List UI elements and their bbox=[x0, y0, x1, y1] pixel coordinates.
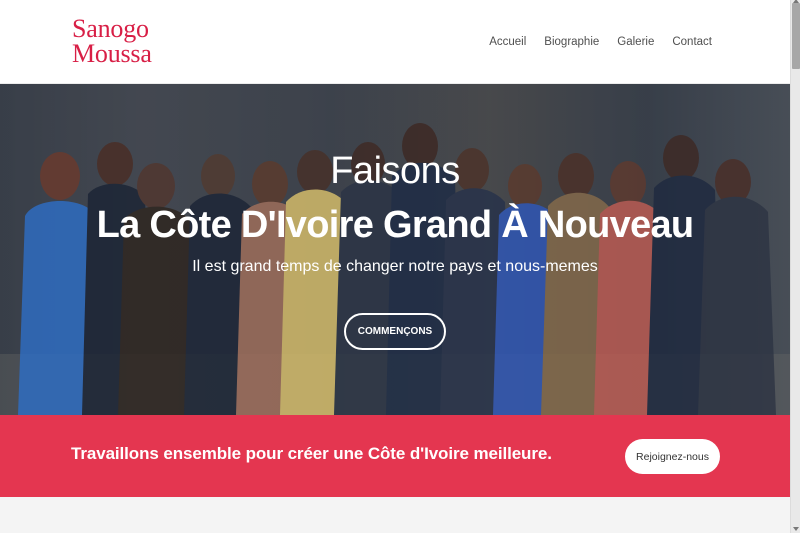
next-section bbox=[0, 497, 790, 533]
hero-section: Faisons La Côte D'Ivoire Grand À Nouveau… bbox=[0, 84, 790, 415]
hero-content: Faisons La Côte D'Ivoire Grand À Nouveau… bbox=[0, 84, 790, 415]
site-header: Sanogo Moussa Accueil Biographie Galerie… bbox=[0, 0, 790, 84]
browser-viewport: Sanogo Moussa Accueil Biographie Galerie… bbox=[0, 0, 790, 533]
vertical-scrollbar[interactable] bbox=[790, 0, 800, 533]
nav-biographie[interactable]: Biographie bbox=[544, 36, 599, 48]
hero-title: La Côte D'Ivoire Grand À Nouveau bbox=[96, 204, 695, 246]
nav-contact[interactable]: Contact bbox=[672, 36, 712, 48]
start-button[interactable]: COMMENÇONS bbox=[344, 313, 446, 350]
join-button[interactable]: Rejoignez-nous bbox=[625, 439, 720, 474]
site-logo[interactable]: Sanogo Moussa bbox=[72, 14, 152, 68]
logo-line-1: Sanogo bbox=[72, 14, 149, 43]
scrollbar-thumb[interactable] bbox=[792, 3, 800, 69]
main-navigation: Accueil Biographie Galerie Contact bbox=[489, 36, 712, 48]
logo-line-2: Moussa bbox=[72, 39, 152, 68]
hero-subtitle: Faisons bbox=[330, 150, 460, 192]
hero-description: Il est grand temps de changer notre pays… bbox=[192, 258, 598, 275]
nav-accueil[interactable]: Accueil bbox=[489, 36, 526, 48]
cta-message: Travaillons ensemble pour créer une Côte… bbox=[71, 444, 552, 463]
call-to-action-band: Travaillons ensemble pour créer une Côte… bbox=[0, 415, 790, 497]
nav-galerie[interactable]: Galerie bbox=[617, 36, 654, 48]
scroll-down-icon[interactable] bbox=[793, 527, 799, 531]
